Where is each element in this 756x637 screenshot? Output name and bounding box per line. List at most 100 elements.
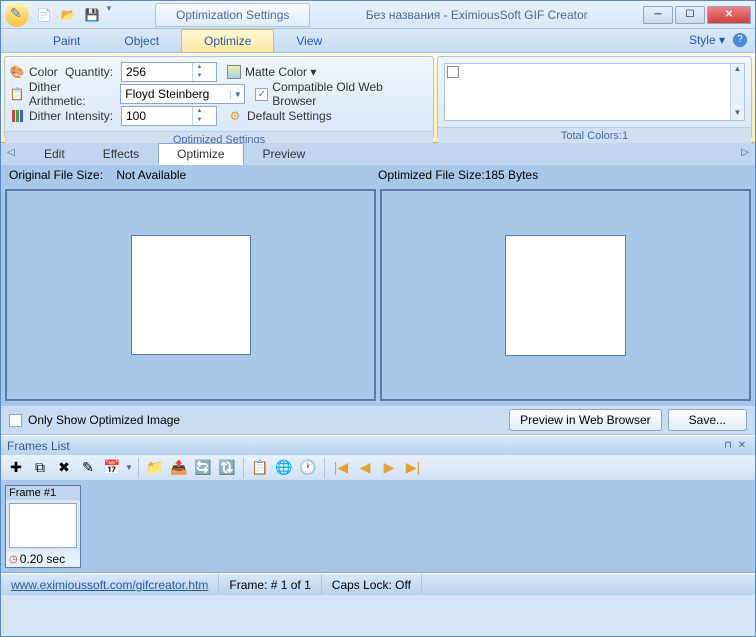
group-optimized-settings: 🎨 Color Quantity: ▲▼ Matte Color ▾ 📋 Dit…	[4, 56, 434, 139]
scroll-up-icon[interactable]: ▲	[731, 64, 744, 76]
prev-frame-icon[interactable]: ◀	[354, 457, 376, 479]
spin-up-icon[interactable]: ▲	[193, 63, 206, 72]
optimized-size-label: Optimized File Size:	[378, 168, 485, 182]
ribbon-tabs: Paint Object Optimize View Style ▾ ?	[1, 29, 755, 53]
subtab-edit[interactable]: Edit	[25, 143, 84, 165]
color-palette-box: ▲▼	[444, 63, 745, 121]
spin-up-icon[interactable]: ▲	[193, 107, 206, 116]
intensity-spinner[interactable]: ▲▼	[121, 106, 217, 126]
tab-nav-left-icon[interactable]: ◁	[7, 147, 15, 158]
tab-view[interactable]: View	[274, 30, 344, 52]
subtab-effects[interactable]: Effects	[84, 143, 158, 165]
preview-panes	[1, 185, 755, 405]
original-size-value: Not Available	[116, 168, 186, 182]
tab-paint[interactable]: Paint	[31, 30, 102, 52]
window-title: Без названия - EximiousSoft GIF Creator	[310, 8, 643, 22]
subtab-preview[interactable]: Preview	[244, 143, 325, 165]
compat-checkbox[interactable]: ✓	[255, 88, 268, 101]
close-panel-icon[interactable]: ✕	[735, 440, 749, 451]
flip-frame-icon[interactable]: 🔃	[216, 457, 238, 479]
optimized-preview-pane	[380, 189, 751, 401]
quantity-input[interactable]	[122, 63, 192, 81]
only-show-checkbox[interactable]	[9, 414, 22, 427]
new-file-icon[interactable]: 📄	[33, 4, 55, 26]
palette-scrollbar[interactable]: ▲▼	[730, 64, 744, 120]
frame-props-icon[interactable]: 📅	[101, 457, 123, 479]
edit-frame-icon[interactable]: ✎	[77, 457, 99, 479]
export-frame-icon[interactable]: 📤	[168, 457, 190, 479]
style-dropdown[interactable]: Style ▾	[689, 33, 725, 47]
status-url-link[interactable]: www.eximioussoft.com/gifcreator.htm	[11, 578, 208, 592]
group-title-right: Total Colors:1	[438, 127, 751, 144]
matte-color-icon	[227, 65, 241, 79]
color-label: Color	[29, 65, 61, 79]
clock-icon: ◷	[9, 554, 18, 565]
frame-add2-icon[interactable]: 📋	[249, 457, 271, 479]
duplicate-frame-icon[interactable]: ⧉	[29, 457, 51, 479]
save-file-icon[interactable]: 💾	[81, 4, 103, 26]
quantity-label: Quantity:	[65, 65, 117, 79]
group-total-colors: ▲▼ Total Colors:1	[437, 56, 752, 139]
contextual-tab-title: Optimization Settings	[155, 3, 310, 27]
app-icon	[5, 3, 29, 27]
intensity-label: Intensity:	[65, 109, 117, 123]
frames-list-body: Frame #1 ◷0.20 sec	[1, 481, 755, 573]
spin-down-icon[interactable]: ▼	[193, 72, 206, 81]
palette-swatch[interactable]	[447, 66, 459, 78]
status-bar: www.eximioussoft.com/gifcreator.htm Fram…	[1, 573, 755, 595]
intensity-input[interactable]	[122, 107, 192, 125]
dither-arith-value: Floyd Steinberg	[121, 87, 230, 101]
spin-down-icon[interactable]: ▼	[193, 116, 206, 125]
sub-tabs: ◁ Edit Effects Optimize Preview ▷	[1, 143, 755, 165]
open-file-icon[interactable]: 📂	[57, 4, 79, 26]
gear-icon: ⚙	[227, 108, 243, 124]
matte-color-dropdown[interactable]: Matte Color ▾	[245, 65, 316, 79]
scroll-down-icon[interactable]: ▼	[731, 108, 744, 120]
last-frame-icon[interactable]: ▶|	[402, 457, 424, 479]
qat-dropdown-icon[interactable]: ▼	[105, 4, 115, 26]
import-frames-icon[interactable]: 📁	[144, 457, 166, 479]
tab-object[interactable]: Object	[102, 30, 181, 52]
frame-globe-icon[interactable]: 🌐	[273, 457, 295, 479]
tab-optimize[interactable]: Optimize	[181, 29, 274, 52]
maximize-button[interactable]: ☐	[675, 6, 705, 24]
frame-duration: ◷0.20 sec	[6, 551, 80, 567]
frames-toolbar: ✚ ⧉ ✖ ✎ 📅 ▼ 📁 📤 🔄 🔃 📋 🌐 🕐 |◀ ◀ ▶ ▶|	[1, 455, 755, 481]
frame-item[interactable]: Frame #1 ◷0.20 sec	[5, 485, 81, 568]
ribbon-body: 🎨 Color Quantity: ▲▼ Matte Color ▾ 📋 Dit…	[1, 53, 755, 143]
dither-arith-combo[interactable]: Floyd Steinberg ▼	[120, 84, 245, 104]
close-button[interactable]: ✕	[707, 6, 751, 24]
subtab-optimize[interactable]: Optimize	[158, 143, 243, 165]
frame-timing-icon[interactable]: 🕐	[297, 457, 319, 479]
first-frame-icon[interactable]: |◀	[330, 457, 352, 479]
original-preview-pane	[5, 189, 376, 401]
dither-bars-icon	[9, 108, 25, 124]
add-frame-icon[interactable]: ✚	[5, 457, 27, 479]
pin-icon[interactable]: ⊓	[721, 440, 735, 451]
color-palette-icon: 🎨	[9, 64, 25, 80]
minimize-button[interactable]: ─	[643, 6, 673, 24]
default-settings-button[interactable]: Default Settings	[247, 109, 332, 123]
quick-access-toolbar: 📄 📂 💾 ▼	[33, 4, 115, 26]
preview-options-row: Only Show Optimized Image Preview in Web…	[1, 405, 755, 435]
quantity-spinner[interactable]: ▲▼	[121, 62, 217, 82]
original-size-label: Original File Size:	[9, 168, 103, 182]
save-button[interactable]: Save...	[668, 409, 747, 431]
status-frame-info: Frame: # 1 of 1	[219, 574, 321, 595]
file-size-info: Original File Size: Not Available Optimi…	[1, 165, 755, 185]
original-canvas	[131, 235, 251, 355]
help-icon[interactable]: ?	[733, 33, 747, 47]
chevron-down-icon[interactable]: ▼	[230, 90, 244, 99]
dither-label: Dither	[29, 109, 61, 123]
dither-arith-icon: 📋	[9, 86, 25, 102]
frame-thumbnail	[9, 503, 77, 548]
window-buttons: ─ ☐ ✕	[643, 6, 751, 24]
rotate-frame-icon[interactable]: 🔄	[192, 457, 214, 479]
tab-nav-right-icon[interactable]: ▷	[741, 147, 749, 158]
preview-browser-button[interactable]: Preview in Web Browser	[509, 409, 662, 431]
delete-frame-icon[interactable]: ✖	[53, 457, 75, 479]
frame-label: Frame #1	[6, 486, 80, 500]
next-frame-icon[interactable]: ▶	[378, 457, 400, 479]
frame-props-drop-icon[interactable]: ▼	[125, 457, 133, 479]
status-capslock: Caps Lock: Off	[322, 574, 422, 595]
